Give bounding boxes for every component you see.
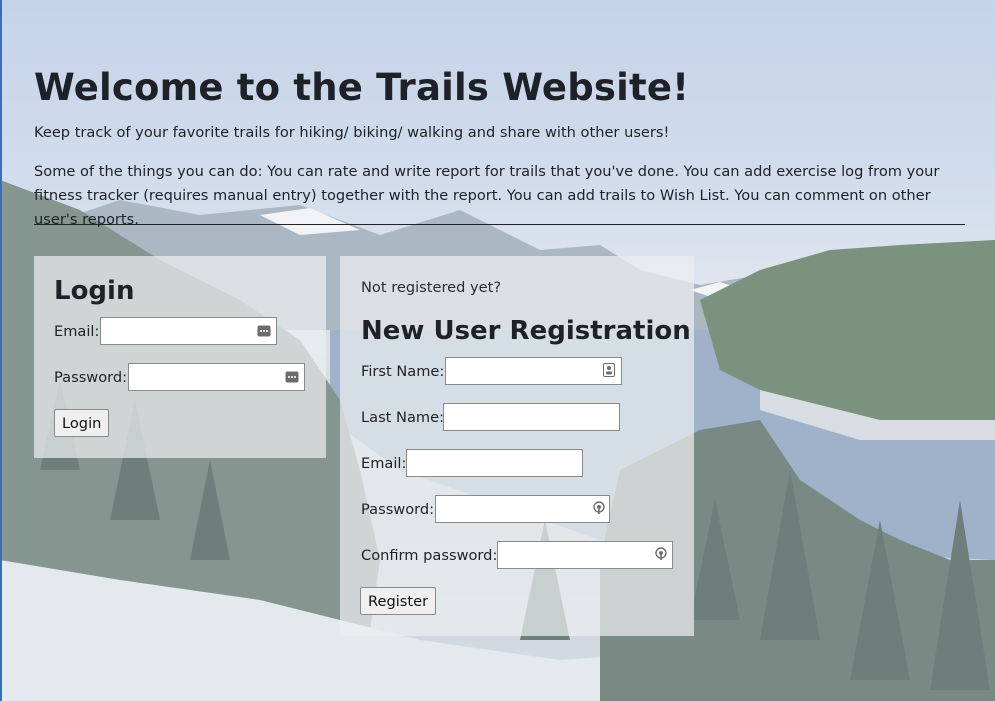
registration-prompt: Not registered yet? bbox=[361, 279, 502, 296]
password-manager-icon[interactable] bbox=[257, 325, 271, 337]
login-email-label: Email: bbox=[54, 323, 100, 340]
registration-email-label: Email: bbox=[361, 455, 407, 472]
key-icon[interactable] bbox=[654, 547, 668, 560]
login-password-label: Password: bbox=[54, 369, 128, 386]
login-panel: Login Email: Password: Login bbox=[34, 256, 326, 458]
last-name-input[interactable] bbox=[443, 403, 620, 431]
registration-password-label: Password: bbox=[361, 501, 435, 518]
window-edge bbox=[0, 0, 2, 701]
login-password-input[interactable] bbox=[128, 363, 305, 391]
login-button[interactable]: Login bbox=[54, 409, 110, 437]
page-tagline: Keep track of your favorite trails for h… bbox=[34, 124, 670, 141]
divider bbox=[34, 224, 965, 225]
key-icon[interactable] bbox=[592, 501, 606, 514]
register-button[interactable]: Register bbox=[360, 587, 437, 615]
last-name-label: Last Name: bbox=[361, 409, 445, 426]
login-email-input[interactable] bbox=[100, 317, 277, 345]
page-content: Welcome to the Trails Website! Keep trac… bbox=[0, 0, 995, 701]
confirm-password-label: Confirm password: bbox=[361, 547, 498, 564]
registration-title: New User Registration bbox=[361, 316, 691, 346]
contact-card-icon[interactable] bbox=[602, 363, 616, 377]
registration-password-input[interactable] bbox=[435, 495, 610, 523]
page-description: Some of the things you can do: You can r… bbox=[34, 163, 940, 228]
password-manager-icon[interactable] bbox=[285, 371, 299, 383]
confirm-password-input[interactable] bbox=[497, 541, 673, 569]
first-name-label: First Name: bbox=[361, 363, 445, 380]
first-name-input[interactable] bbox=[445, 357, 622, 385]
registration-email-input[interactable] bbox=[406, 449, 583, 477]
login-title: Login bbox=[54, 276, 135, 306]
registration-panel: Not registered yet? New User Registratio… bbox=[340, 256, 694, 636]
page-title: Welcome to the Trails Website! bbox=[34, 66, 690, 109]
